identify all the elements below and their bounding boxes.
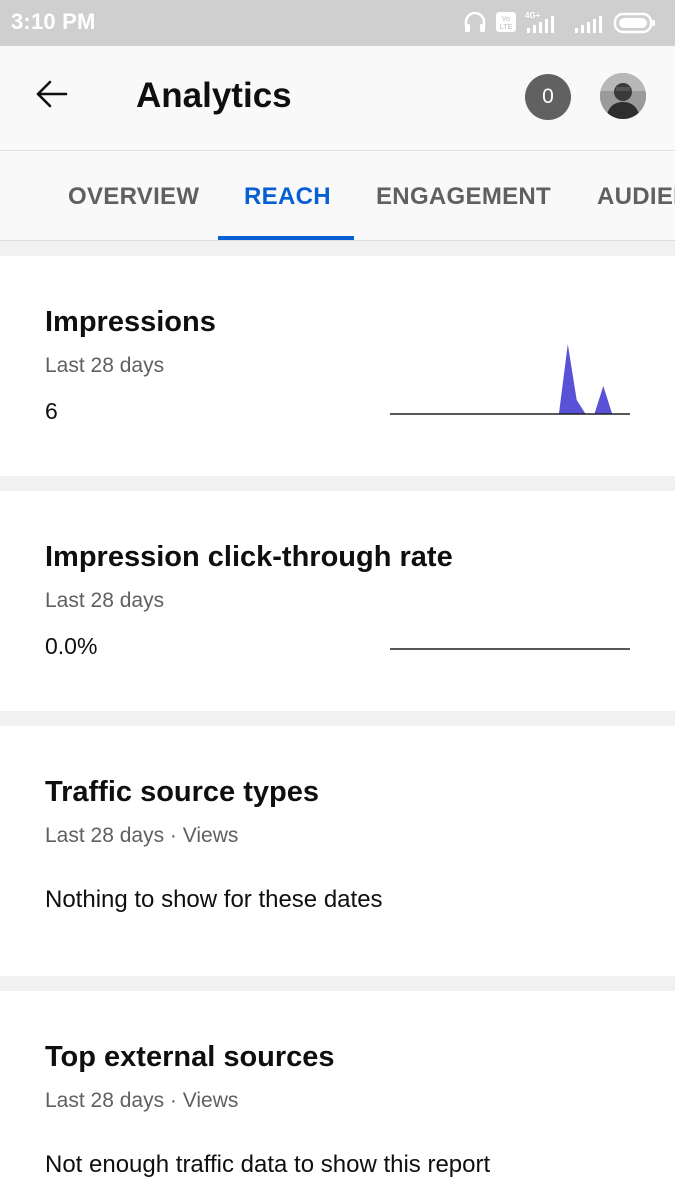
battery-icon	[613, 12, 655, 34]
svg-text:LTE: LTE	[500, 24, 513, 31]
card-title: Impressions	[45, 306, 216, 338]
card-subtitle: Last 28 days	[45, 354, 165, 377]
svg-text:4G+: 4G+	[525, 11, 541, 20]
tab-audience[interactable]: AUDIEI	[597, 151, 675, 240]
page-title: Analytics	[136, 76, 292, 115]
ctr-sparkline	[390, 648, 630, 650]
card-subtitle: Last 28 days · Views	[45, 824, 239, 847]
active-tab-indicator	[218, 236, 354, 240]
card-value: 0.0%	[45, 633, 98, 659]
tab-reach[interactable]: REACH	[244, 151, 331, 240]
card-title: Traffic source types	[45, 776, 319, 808]
svg-text:Vo: Vo	[502, 16, 510, 23]
empty-message: Not enough traffic data to show this rep…	[45, 1151, 491, 1178]
tab-overview[interactable]: OVERVIEW	[68, 151, 199, 240]
card-subtitle: Last 28 days · Views	[45, 1089, 239, 1112]
signal-4g-icon: 4G+	[525, 11, 554, 33]
impressions-card[interactable]: Impressions Last 28 days 6	[0, 256, 675, 476]
tab-bar: OVERVIEW REACH ENGAGEMENT AUDIEI	[0, 151, 675, 241]
card-title: Impression click-through rate	[45, 541, 453, 573]
volte-icon: Vo LTE	[496, 12, 516, 32]
status-time: 3:10 PM	[11, 9, 96, 34]
notification-badge[interactable]: 0	[525, 74, 571, 120]
headset-icon	[464, 11, 486, 32]
empty-message: Nothing to show for these dates	[45, 886, 383, 913]
avatar-image	[600, 73, 646, 119]
back-button[interactable]	[26, 68, 78, 120]
top-external-sources-card[interactable]: Top external sources Last 28 days · View…	[0, 991, 675, 1200]
status-icons: Vo LTE 4G+	[463, 10, 663, 36]
tab-engagement[interactable]: ENGAGEMENT	[376, 151, 551, 240]
app-bar: Analytics 0	[0, 46, 675, 151]
avatar[interactable]	[600, 73, 646, 119]
status-bar: 3:10 PM Vo LTE 4G+	[0, 0, 675, 46]
ctr-card[interactable]: Impression click-through rate Last 28 da…	[0, 491, 675, 711]
card-title: Top external sources	[45, 1041, 335, 1073]
traffic-source-types-card[interactable]: Traffic source types Last 28 days · View…	[0, 726, 675, 976]
signal-icon	[575, 16, 602, 33]
back-arrow-icon	[36, 80, 68, 108]
card-value: 6	[45, 398, 58, 424]
impressions-sparkline	[390, 344, 630, 415]
card-subtitle: Last 28 days	[45, 589, 165, 612]
sparkline-area	[390, 344, 630, 414]
